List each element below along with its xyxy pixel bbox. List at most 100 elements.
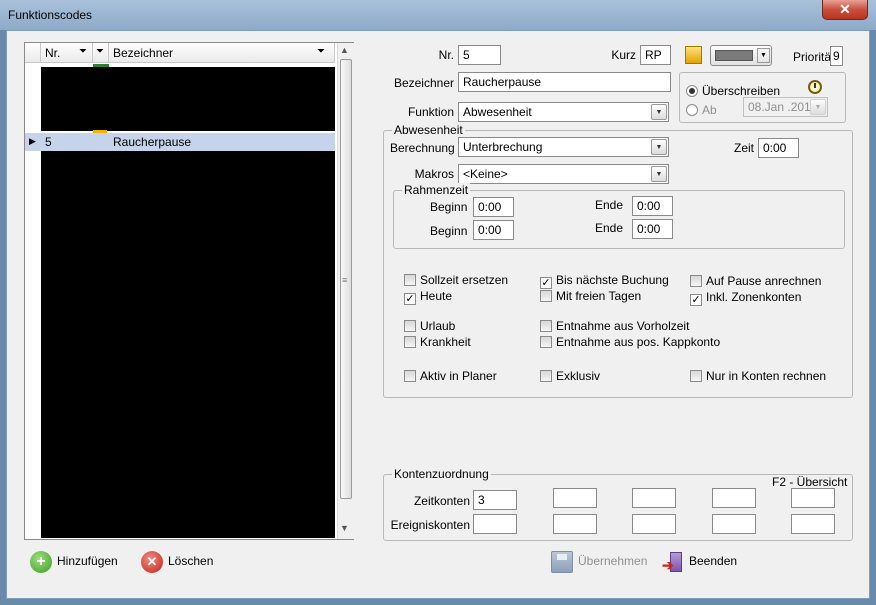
heute-checkbox[interactable]: ✓ Heute [404, 289, 452, 305]
exklusiv-checkbox[interactable]: Exklusiv [540, 369, 600, 383]
row-color-marker [93, 130, 107, 133]
filter-icon[interactable]: ⏷ [317, 46, 325, 57]
exit-icon: ➔ [662, 551, 684, 573]
abwesenheit-legend: Abwesenheit [392, 123, 465, 137]
check-icon: ✓ [404, 293, 416, 305]
prioritaet-field[interactable]: 9 [830, 46, 843, 66]
funktion-value: Abwesenheit [463, 105, 532, 119]
zeitkonten-field-3[interactable] [632, 488, 676, 508]
berechnung-select[interactable]: Unterbrechung ▼ [458, 137, 669, 157]
checkbox-off-icon [404, 320, 416, 332]
beginn-field-2[interactable]: 0:00 [473, 220, 514, 240]
color-picker[interactable]: ▼ [710, 45, 772, 66]
hinzufuegen-button[interactable]: + Hinzufügen [30, 551, 118, 573]
berechnung-value: Unterbrechung [463, 140, 543, 154]
loeschen-button[interactable]: ✕ Löschen [141, 551, 213, 573]
inkl-zonenkonten-checkbox[interactable]: ✓ Inkl. Zonenkonten [690, 290, 801, 306]
ereigniskonten-field-2[interactable] [553, 514, 597, 534]
title-bar [0, 0, 876, 30]
ende-field-1[interactable]: 0:00 [632, 196, 673, 216]
ereigniskonten-label: Ereigniskonten [390, 518, 470, 532]
check-icon: ✓ [540, 277, 552, 289]
ereigniskonten-field-1[interactable] [473, 514, 517, 534]
filter-icon[interactable]: ⏷ [96, 46, 104, 57]
column-header-bezeichner-label: Bezeichner [113, 46, 174, 60]
color-swatch [715, 50, 753, 61]
zeitkonten-field-5[interactable] [791, 488, 835, 508]
nr-field[interactable]: 5 [458, 45, 501, 65]
scroll-up-icon[interactable]: ▲ [340, 45, 349, 55]
entnahme-vorholzeit-checkbox[interactable]: Entnahme aus Vorholzeit [540, 319, 689, 333]
sollzeit-checkbox[interactable]: Sollzeit ersetzen [404, 273, 508, 287]
beginn-label: Beginn [430, 224, 468, 238]
kurz-field[interactable]: RP [640, 45, 671, 65]
bezeichner-field[interactable]: Raucherpause [458, 72, 671, 92]
beginn-field-1[interactable]: 0:00 [473, 197, 514, 217]
ende-field-2[interactable]: 0:00 [632, 219, 673, 239]
ereigniskonten-field-3[interactable] [632, 514, 676, 534]
bis-naechste-buchung-checkbox[interactable]: ✓ Bis nächste Buchung [540, 273, 669, 289]
nur-konten-checkbox[interactable]: Nur in Konten rechnen [690, 369, 826, 383]
ende-label: Ende [595, 198, 624, 212]
clock-icon[interactable] [807, 78, 823, 94]
checkbox-off-icon [404, 336, 416, 348]
zeitkonten-field-1[interactable]: 3 [473, 490, 517, 510]
column-header-bezeichner[interactable]: Bezeichner [109, 43, 335, 63]
uebernehmen-button[interactable]: Übernehmen [551, 551, 647, 573]
column-header-flag[interactable]: ⏷ [93, 43, 109, 63]
auf-pause-checkbox[interactable]: Auf Pause anrechnen [690, 274, 821, 288]
makros-value: <Keine> [463, 167, 508, 181]
checkbox-off-icon [690, 370, 702, 382]
chevron-down-icon[interactable]: ▼ [810, 99, 826, 115]
row-color-marker [93, 64, 109, 67]
grid-row-header-corner [25, 43, 41, 63]
checkbox-off-icon [540, 336, 552, 348]
ende-label: Ende [595, 221, 624, 235]
function-code-grid[interactable]: Nr. ⏷ ⏷ Bezeichner ⏷ ▶ 5 Raucherpause ▲ … [24, 42, 354, 540]
bezeichner-label: Bezeichner [393, 76, 454, 90]
krankheit-checkbox[interactable]: Krankheit [404, 335, 471, 349]
ereigniskonten-field-4[interactable] [712, 514, 756, 534]
ab-radio[interactable]: Ab [686, 103, 717, 117]
grid-scrollbar[interactable]: ▲ ≡ ▼ [337, 43, 354, 539]
zeitkonten-field-4[interactable] [712, 488, 756, 508]
urlaub-checkbox[interactable]: Urlaub [404, 319, 455, 333]
berechnung-label: Berechnung [390, 141, 455, 155]
ab-date-field[interactable]: 08.Jan .2019 ▼ [743, 97, 828, 117]
aktiv-planer-checkbox[interactable]: Aktiv in Planer [404, 369, 497, 383]
grip-icon: ≡ [342, 275, 348, 285]
chevron-down-icon[interactable]: ▼ [651, 166, 667, 182]
filter-icon[interactable]: ⏷ [79, 46, 87, 57]
checkbox-off-icon [404, 370, 416, 382]
chevron-down-icon[interactable]: ▼ [757, 48, 770, 63]
beenden-button[interactable]: ➔ Beenden [662, 551, 737, 573]
mit-freien-tagen-checkbox[interactable]: Mit freien Tagen [540, 289, 641, 303]
zeitkonten-label: Zeitkonten [413, 494, 470, 508]
save-icon [551, 551, 573, 573]
zeit-field[interactable]: 0:00 [758, 138, 799, 158]
radio-off-icon [686, 104, 698, 116]
checkbox-off-icon [540, 320, 552, 332]
row-bezeichner: Raucherpause [113, 135, 192, 149]
f2-uebersicht-label: F2 - Übersicht [772, 475, 848, 489]
radio-on-icon [686, 85, 698, 97]
ueberschreiben-radio[interactable]: Überschreiben [686, 84, 780, 98]
scroll-down-icon[interactable]: ▼ [340, 523, 349, 533]
prioritaet-label: Priorität [793, 50, 835, 64]
chevron-down-icon[interactable]: ▼ [651, 139, 667, 155]
kurz-label: Kurz [611, 48, 636, 62]
delete-icon: ✕ [141, 551, 163, 573]
checkbox-off-icon [540, 370, 552, 382]
edit-color-icon[interactable] [685, 46, 702, 64]
makros-select[interactable]: <Keine> ▼ [458, 164, 669, 184]
entnahme-kappkonto-checkbox[interactable]: Entnahme aus pos. Kappkonto [540, 335, 720, 349]
ereigniskonten-field-5[interactable] [791, 514, 835, 534]
makros-label: Makros [414, 167, 454, 181]
beginn-label: Beginn [430, 200, 468, 214]
row-indicator-icon: ▶ [29, 136, 36, 146]
close-button[interactable]: ✕ [822, 0, 868, 20]
chevron-down-icon[interactable]: ▼ [651, 104, 667, 120]
kontenzuordnung-legend: Kontenzuordnung [392, 467, 491, 481]
funktion-select[interactable]: Abwesenheit ▼ [458, 102, 669, 122]
zeitkonten-field-2[interactable] [553, 488, 597, 508]
